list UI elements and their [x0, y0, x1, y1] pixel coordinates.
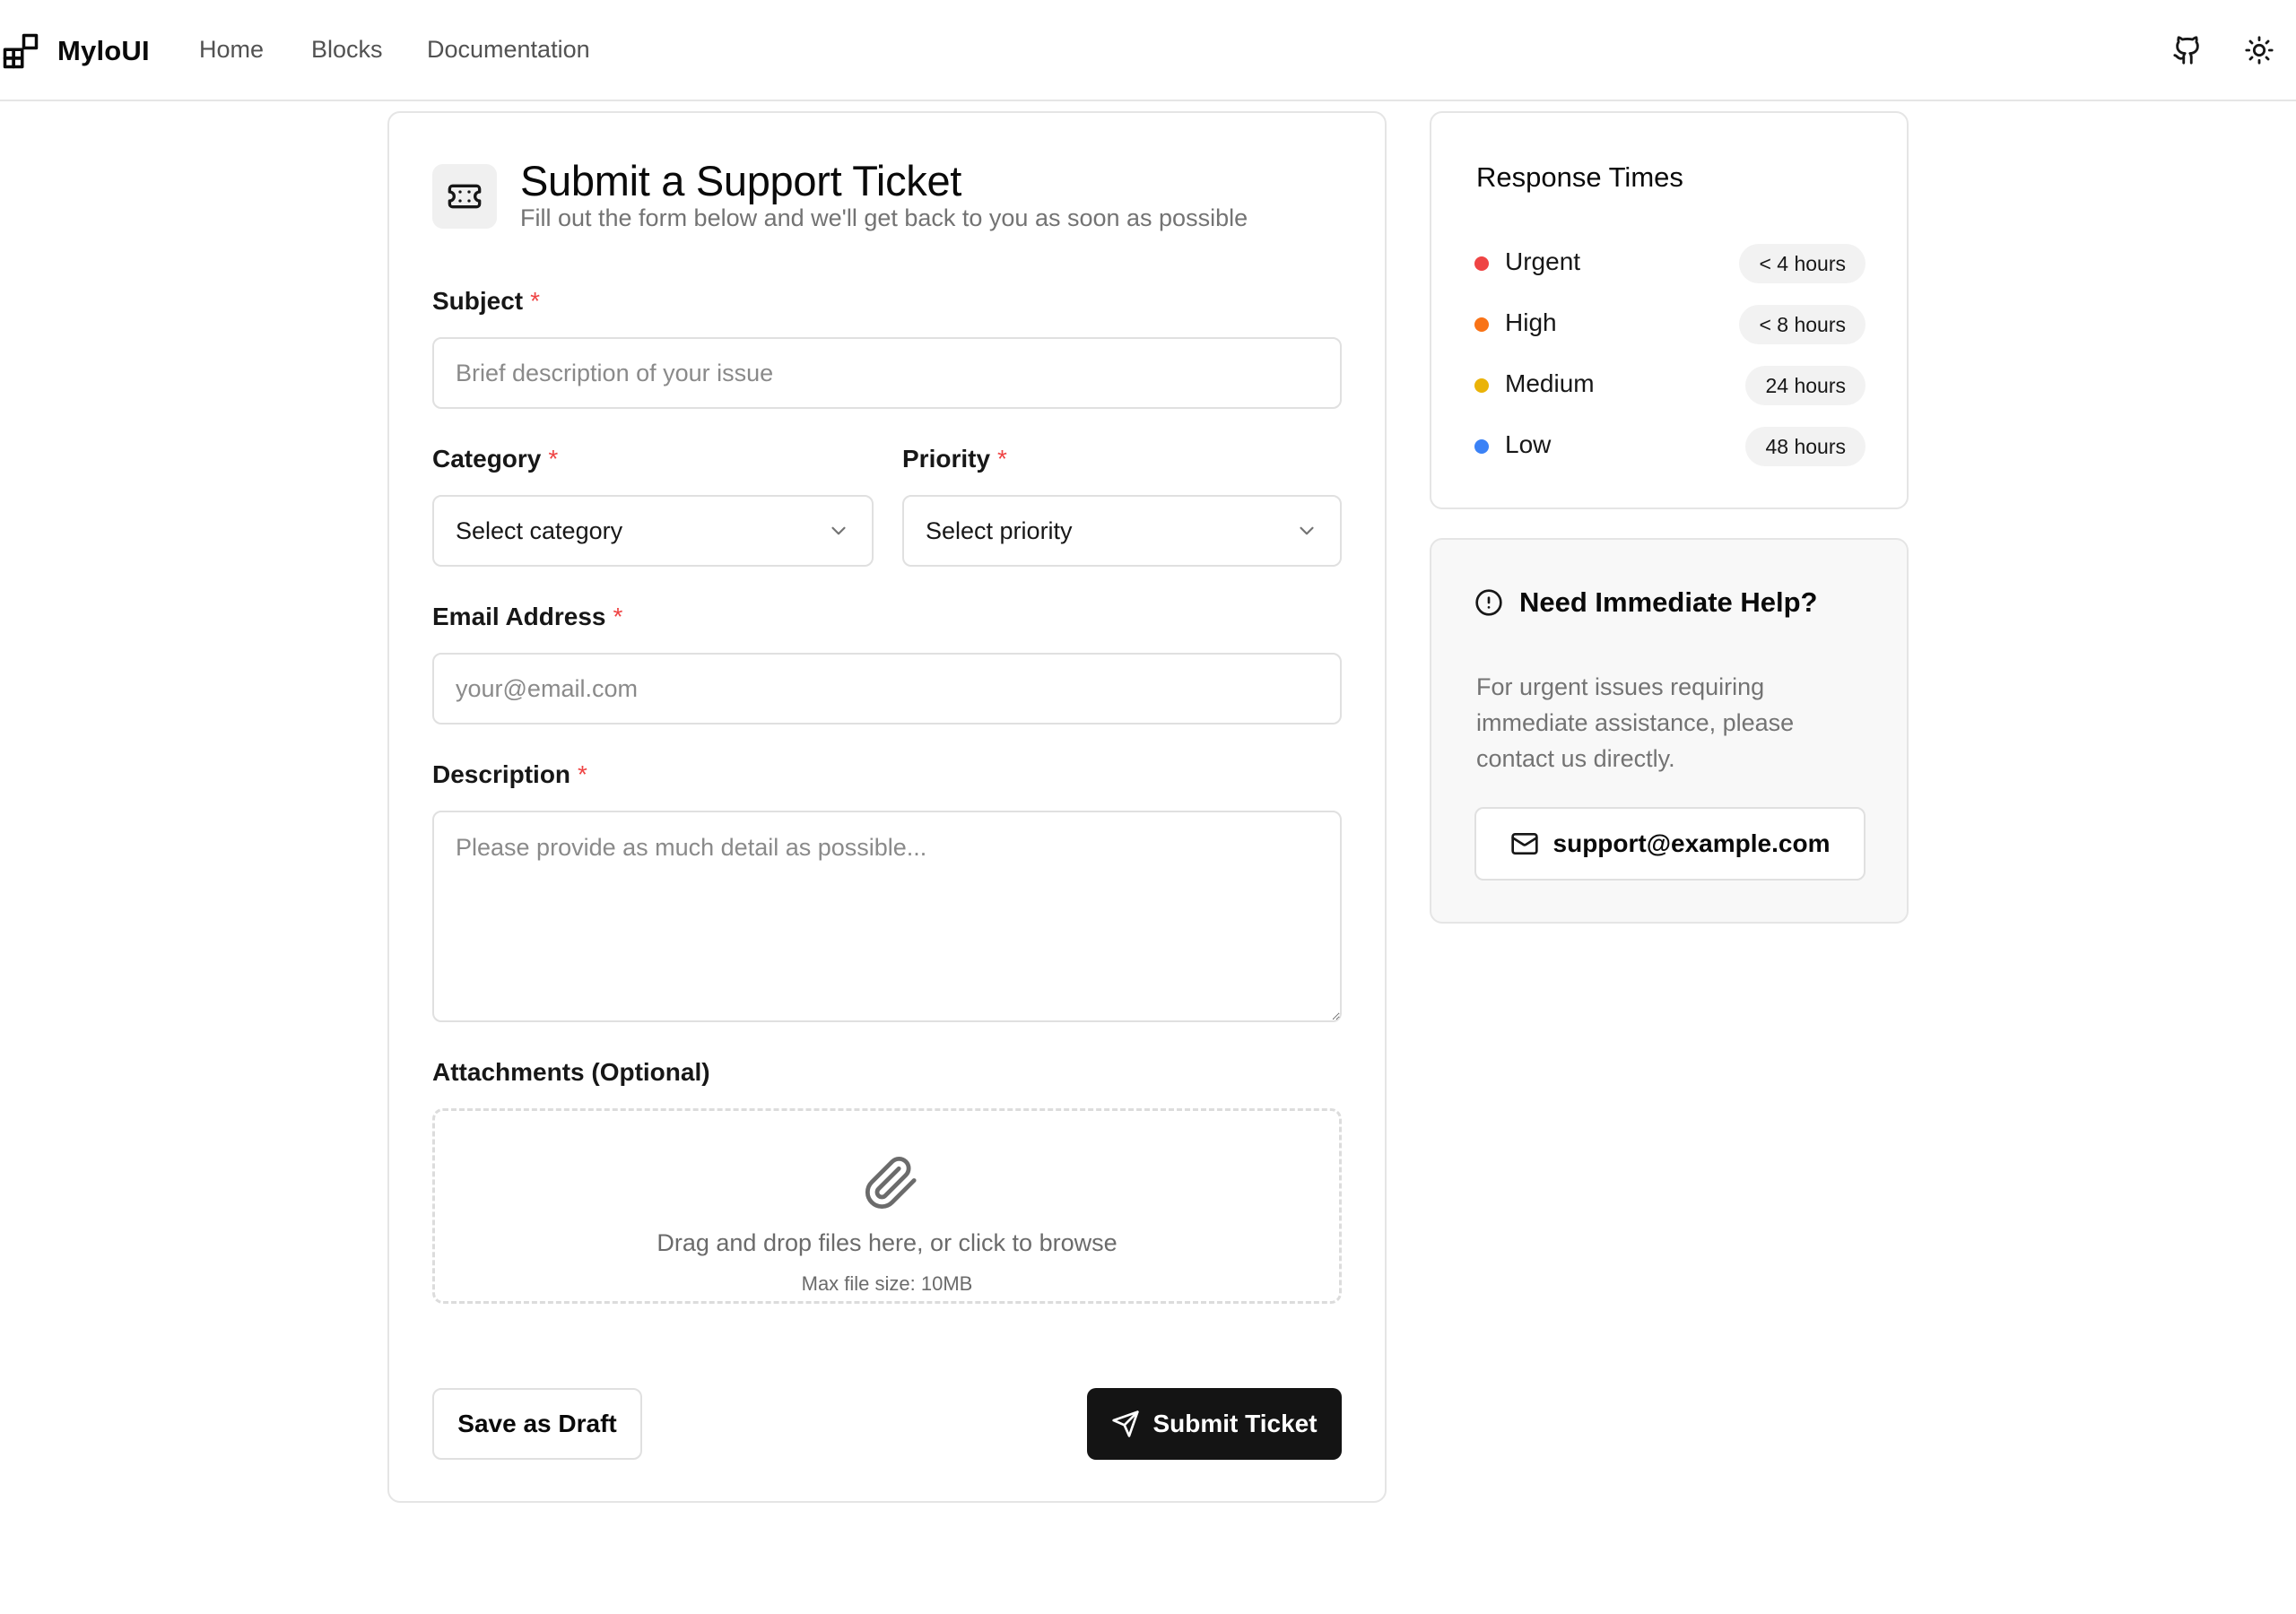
priority-dot-low — [1474, 439, 1489, 454]
support-email-button[interactable]: support@example.com — [1474, 807, 1866, 881]
save-draft-button[interactable]: Save as Draft — [432, 1388, 642, 1460]
github-button[interactable] — [2168, 30, 2207, 70]
description-label: Description * — [432, 760, 587, 789]
email-label: Email Address * — [432, 603, 622, 631]
submit-ticket-button[interactable]: Submit Ticket — [1087, 1388, 1342, 1460]
ticket-icon-box — [432, 164, 497, 229]
required-marker: * — [613, 603, 623, 630]
help-header: Need Immediate Help? — [1474, 586, 1817, 619]
save-draft-label: Save as Draft — [457, 1410, 617, 1437]
category-select-value: Select category — [456, 516, 623, 544]
response-time-badge: 48 hours — [1745, 427, 1866, 466]
response-time-row-high: High < 8 hours — [1474, 305, 1866, 344]
dropzone-hint: Max file size: 10MB — [801, 1272, 973, 1295]
priority-dot-medium — [1474, 378, 1489, 393]
response-time-label: Urgent — [1505, 247, 1581, 275]
category-select[interactable]: Select category — [432, 495, 874, 567]
response-time-label: High — [1505, 308, 1557, 336]
response-times-card: Response Times Urgent < 4 hours High < 8… — [1430, 111, 1909, 509]
theme-toggle-button[interactable] — [2239, 30, 2279, 70]
email-input[interactable] — [432, 653, 1342, 725]
sun-icon — [2245, 36, 2274, 65]
priority-dot-high — [1474, 317, 1489, 332]
nav-link-home[interactable]: Home — [199, 36, 264, 64]
category-label-text: Category — [432, 445, 542, 473]
nav-link-documentation[interactable]: Documentation — [427, 36, 590, 64]
file-dropzone[interactable]: Drag and drop files here, or click to br… — [432, 1108, 1342, 1304]
blocks-icon — [3, 33, 39, 69]
response-time-badge: < 8 hours — [1739, 305, 1866, 344]
submit-ticket-label: Submit Ticket — [1152, 1410, 1318, 1437]
priority-dot-urgent — [1474, 256, 1489, 271]
priority-label: Priority * — [902, 445, 1007, 473]
brand-name: MyloUI — [57, 35, 150, 66]
dropzone-text: Drag and drop files here, or click to br… — [657, 1229, 1118, 1256]
description-label-text: Description — [432, 760, 571, 788]
subject-label-text: Subject — [432, 287, 524, 315]
chevron-down-icon — [831, 526, 846, 535]
response-time-row-low: Low 48 hours — [1474, 427, 1866, 466]
attachments-label: Attachments (Optional) — [432, 1058, 710, 1086]
email-label-text: Email Address — [432, 603, 606, 630]
github-icon — [2173, 36, 2199, 65]
category-label: Category * — [432, 445, 558, 473]
required-marker: * — [578, 760, 587, 788]
immediate-help-card: Need Immediate Help? For urgent issues r… — [1430, 538, 1909, 924]
form-subtitle: Fill out the form below and we'll get ba… — [520, 204, 1248, 231]
form-title: Submit a Support Ticket — [520, 157, 962, 204]
response-times-title: Response Times — [1476, 161, 1683, 193]
response-time-badge: < 4 hours — [1739, 244, 1866, 283]
response-time-label: Medium — [1505, 369, 1595, 397]
subject-input[interactable] — [432, 337, 1342, 409]
mail-icon — [1510, 833, 1538, 855]
response-time-badge: 24 hours — [1745, 366, 1866, 405]
priority-select-value: Select priority — [926, 516, 1073, 544]
top-navbar: MyloUI Home Blocks Documentation — [0, 0, 2296, 101]
support-ticket-form-card: Submit a Support Ticket Fill out the for… — [387, 111, 1387, 1503]
nav-link-blocks[interactable]: Blocks — [311, 36, 383, 64]
send-icon — [1112, 1410, 1140, 1437]
response-time-row-urgent: Urgent < 4 hours — [1474, 244, 1866, 283]
subject-label: Subject * — [432, 287, 540, 316]
paperclip-icon — [865, 1156, 917, 1210]
required-marker: * — [530, 287, 541, 315]
chevron-down-icon — [1300, 526, 1314, 535]
help-text: For urgent issues requiring immediate as… — [1476, 673, 1795, 772]
brand-link[interactable]: MyloUI — [2, 30, 150, 72]
description-textarea[interactable] — [432, 811, 1342, 1022]
response-time-row-medium: Medium 24 hours — [1474, 366, 1866, 405]
support-email-label: support@example.com — [1552, 829, 1831, 857]
response-time-label: Low — [1505, 430, 1552, 458]
help-title: Need Immediate Help? — [1519, 586, 1818, 618]
priority-label-text: Priority — [902, 445, 991, 473]
required-marker: * — [997, 445, 1007, 473]
priority-select[interactable]: Select priority — [902, 495, 1342, 567]
required-marker: * — [548, 445, 559, 473]
ticket-icon — [448, 184, 482, 209]
alert-circle-icon — [1475, 589, 1502, 616]
